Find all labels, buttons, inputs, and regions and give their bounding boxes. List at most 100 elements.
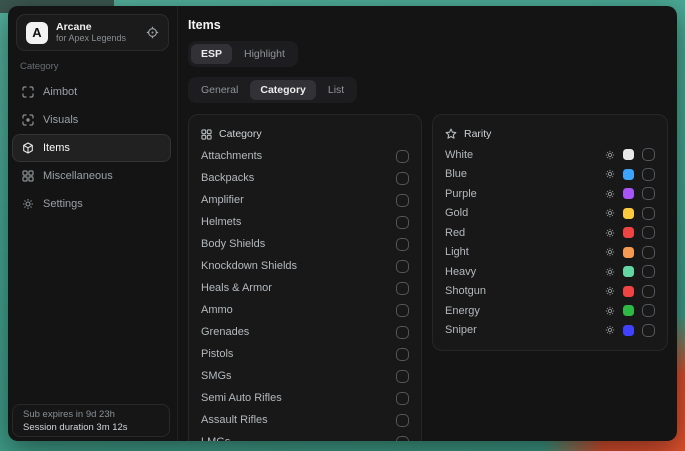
sidebar-item-label: Visuals	[43, 114, 78, 126]
gear-icon[interactable]	[605, 325, 615, 335]
checkbox[interactable]	[642, 285, 655, 298]
category-panel: Category Attachments Backpacks Amplifier He…	[188, 114, 422, 441]
checkbox[interactable]	[396, 392, 409, 405]
rarity-row-label: Heavy	[445, 266, 476, 278]
category-row-ammo: Ammo	[201, 299, 409, 321]
color-swatch[interactable]	[623, 149, 634, 160]
checkbox[interactable]	[396, 326, 409, 339]
checkbox[interactable]	[396, 304, 409, 317]
checkbox[interactable]	[396, 436, 409, 442]
rarity-row-red: Red	[445, 223, 655, 243]
color-swatch[interactable]	[623, 325, 634, 336]
category-row-backpacks: Backpacks	[201, 167, 409, 189]
sidebar-item-settings[interactable]: Settings	[12, 190, 171, 218]
tab-general[interactable]: General	[191, 80, 248, 100]
category-panel-header: Category	[201, 123, 409, 145]
rarity-row-gold: Gold	[445, 204, 655, 224]
gear-icon[interactable]	[605, 306, 615, 316]
rarity-row-white: White	[445, 145, 655, 165]
rarity-row-label: Gold	[445, 207, 468, 219]
sidebar-item-items[interactable]: Items	[12, 134, 171, 162]
gear-icon[interactable]	[605, 228, 615, 238]
checkbox[interactable]	[642, 304, 655, 317]
sidebar-item-miscellaneous[interactable]: Miscellaneous	[12, 162, 171, 190]
sidebar-item-visuals[interactable]: Visuals	[12, 106, 171, 134]
visuals-scan-icon	[22, 114, 34, 126]
gear-icon[interactable]	[605, 247, 615, 257]
gear-icon[interactable]	[605, 189, 615, 199]
checkbox[interactable]	[642, 265, 655, 278]
checkbox[interactable]	[642, 168, 655, 181]
rarity-row-heavy: Heavy	[445, 262, 655, 282]
brand-text: Arcane for Apex Legends	[56, 21, 126, 44]
rarity-panel-header: Rarity	[445, 123, 655, 145]
category-row-label: Attachments	[201, 150, 262, 162]
sidebar-item-label: Miscellaneous	[43, 170, 113, 182]
category-row-label: Knockdown Shields	[201, 260, 297, 272]
sidebar-item-aimbot[interactable]: Aimbot	[12, 78, 171, 106]
star-icon	[445, 128, 457, 140]
panels-row: Category Attachments Backpacks Amplifier He…	[188, 114, 677, 441]
color-swatch[interactable]	[623, 169, 634, 180]
app-subtitle: for Apex Legends	[56, 33, 126, 44]
checkbox[interactable]	[642, 148, 655, 161]
category-row-label: Pistols	[201, 348, 233, 360]
app-window: A Arcane for Apex Legends Category Aimbo…	[8, 6, 677, 441]
rarity-row-energy: Energy	[445, 301, 655, 321]
app-name: Arcane	[56, 21, 126, 33]
rarity-row-shotgun: Shotgun	[445, 282, 655, 302]
gear-icon[interactable]	[605, 150, 615, 160]
checkbox[interactable]	[642, 226, 655, 239]
rarity-row-sniper: Sniper	[445, 321, 655, 341]
checkbox[interactable]	[642, 207, 655, 220]
checkbox[interactable]	[396, 348, 409, 361]
session-duration-text: Session duration 3m 12s	[23, 422, 159, 433]
color-swatch[interactable]	[623, 266, 634, 277]
checkbox[interactable]	[396, 150, 409, 163]
gear-icon[interactable]	[605, 169, 615, 179]
misc-grid-icon	[22, 170, 34, 182]
category-row-label: Semi Auto Rifles	[201, 392, 282, 404]
target-icon[interactable]	[146, 26, 159, 39]
category-row-helmets: Helmets	[201, 211, 409, 233]
checkbox[interactable]	[642, 324, 655, 337]
category-row-label: Helmets	[201, 216, 241, 228]
checkbox[interactable]	[396, 216, 409, 229]
color-swatch[interactable]	[623, 305, 634, 316]
category-row-heals-armor: Heals & Armor	[201, 277, 409, 299]
mode-esp[interactable]: ESP	[191, 44, 232, 64]
checkbox[interactable]	[396, 238, 409, 251]
category-row-label: Ammo	[201, 304, 233, 316]
rarity-row-label: Sniper	[445, 324, 477, 336]
tab-list[interactable]: List	[318, 80, 354, 100]
category-row-label: Heals & Armor	[201, 282, 272, 294]
checkbox[interactable]	[396, 260, 409, 273]
checkbox[interactable]	[642, 187, 655, 200]
color-swatch[interactable]	[623, 286, 634, 297]
checkbox[interactable]	[396, 282, 409, 295]
page-title: Items	[188, 18, 677, 32]
main-content: Items ESPHighlight GeneralCategoryList C…	[178, 6, 677, 441]
color-swatch[interactable]	[623, 208, 634, 219]
mode-highlight[interactable]: Highlight	[234, 44, 295, 64]
category-row-label: Amplifier	[201, 194, 244, 206]
gear-icon[interactable]	[605, 286, 615, 296]
category-row-smgs: SMGs	[201, 365, 409, 387]
gear-icon[interactable]	[605, 267, 615, 277]
checkbox[interactable]	[642, 246, 655, 259]
rarity-row-label: White	[445, 149, 473, 161]
checkbox[interactable]	[396, 414, 409, 427]
grid-icon	[201, 129, 212, 140]
color-swatch[interactable]	[623, 227, 634, 238]
tab-category[interactable]: Category	[250, 80, 316, 100]
app-logo: A	[26, 22, 48, 44]
checkbox[interactable]	[396, 194, 409, 207]
color-swatch[interactable]	[623, 188, 634, 199]
color-swatch[interactable]	[623, 247, 634, 258]
sidebar-item-label: Aimbot	[43, 86, 77, 98]
rarity-row-label: Light	[445, 246, 469, 258]
checkbox[interactable]	[396, 172, 409, 185]
rarity-row-label: Purple	[445, 188, 477, 200]
checkbox[interactable]	[396, 370, 409, 383]
gear-icon[interactable]	[605, 208, 615, 218]
